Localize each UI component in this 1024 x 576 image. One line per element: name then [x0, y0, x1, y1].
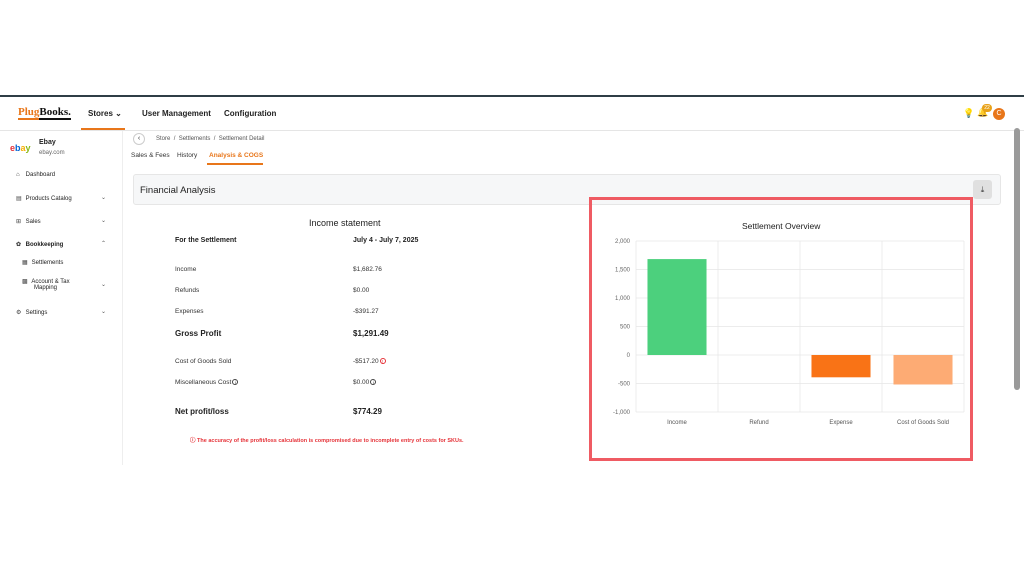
tab-history[interactable]: History	[177, 152, 197, 159]
nav-configuration[interactable]: Configuration	[224, 109, 276, 118]
income-value: $1,682.76	[353, 266, 382, 273]
period-value: July 4 - July 7, 2025	[353, 237, 419, 244]
info-icon[interactable]: i	[232, 379, 239, 386]
logo-books: Books.	[39, 106, 71, 120]
cogs-value: -$517.20!	[353, 358, 386, 365]
sidebar-item-sales[interactable]: ⊞ Sales	[16, 218, 41, 225]
cogs-warning: ⓘ The accuracy of the profit/loss calcul…	[190, 436, 464, 444]
y-tick-label: 2,000	[615, 239, 631, 245]
nav-active-underline	[81, 128, 125, 130]
sidebar-item-dashboard[interactable]: ⌂ Dashboard	[16, 172, 55, 178]
bookkeeping-icon: ✿	[16, 242, 22, 248]
ebay-logo: ebay	[10, 143, 31, 153]
warning-icon: ⓘ	[190, 438, 196, 444]
x-tick-label: Income	[667, 420, 687, 426]
store-name: Ebay	[39, 139, 56, 146]
lightbulb-icon[interactable]: 💡	[963, 108, 974, 119]
chevron-down-icon: ⌄	[115, 109, 122, 118]
bar-cost-of-goods-sold	[893, 355, 953, 385]
cogs-label: Cost of Goods Sold	[175, 358, 232, 365]
y-tick-label: 1,000	[615, 296, 631, 302]
refunds-value: $0.00	[353, 287, 370, 294]
warning-info-icon[interactable]: !	[379, 358, 386, 365]
download-button[interactable]: ⤓	[973, 180, 992, 199]
bar-expense	[811, 355, 871, 378]
settlements-icon: ▦	[22, 260, 28, 266]
y-tick-label: -500	[618, 382, 631, 388]
sidebar-item-label: Products Catalog	[25, 196, 72, 202]
catalog-icon: ▤	[16, 196, 22, 202]
sidebar-item-bookkeeping[interactable]: ✿ Bookkeeping	[16, 241, 63, 248]
sidebar-item-label: Sales	[25, 219, 41, 225]
gross-profit-value: $1,291.49	[353, 329, 389, 338]
y-tick-label: -1,000	[613, 410, 631, 416]
sidebar-item-label: Settings	[25, 310, 48, 316]
expenses-label: Expenses	[175, 308, 204, 315]
warning-text: The accuracy of the profit/loss calculat…	[197, 438, 464, 444]
bar-income	[647, 259, 707, 355]
y-tick-label: 1,500	[615, 268, 631, 274]
sidebar-item-account-tax-mapping[interactable]: ▩ Account & Tax Mapping	[22, 278, 70, 291]
back-button[interactable]: ‹	[133, 133, 145, 145]
tab-sales-fees[interactable]: Sales & Fees	[131, 152, 170, 159]
chart-title: Settlement Overview	[742, 221, 821, 231]
income-label: Income	[175, 266, 197, 273]
mapping-icon: ▩	[22, 279, 28, 285]
chevron-down-icon[interactable]: ⌄	[101, 281, 106, 288]
sidebar-item-label: Settlements	[31, 260, 64, 266]
breadcrumb: Store / Settlements / Settlement Detail	[156, 136, 265, 142]
avatar[interactable]: C	[993, 108, 1005, 120]
net-profit-label: Net profit/loss	[175, 407, 229, 416]
download-icon: ⤓	[980, 185, 985, 194]
nav-stores[interactable]: Stores ⌄	[88, 109, 122, 118]
refunds-label: Refunds	[175, 287, 200, 294]
sales-icon: ⊞	[16, 219, 22, 225]
store-domain: ebay.com	[39, 150, 65, 156]
chevron-up-icon[interactable]: ⌃	[101, 240, 106, 247]
breadcrumb-settlement-detail: Settlement Detail	[218, 136, 265, 142]
period-label: For the Settlement	[175, 237, 237, 244]
breadcrumb-settlements[interactable]: Settlements	[179, 136, 211, 142]
sidebar-item-label-line2: Mapping	[34, 285, 58, 291]
sidebar-item-products-catalog[interactable]: ▤ Products Catalog	[16, 195, 72, 202]
notification-badge: 22	[982, 104, 992, 112]
settlement-overview-chart: 2,000 1,500 1,000 500 0 -500 -1,000 Income Refun…	[613, 239, 965, 426]
nav-stores-label: Stores	[88, 109, 113, 118]
net-profit-value: $774.29	[353, 407, 382, 416]
logo-plug: Plug	[18, 106, 40, 120]
chevron-down-icon[interactable]: ⌄	[101, 194, 106, 201]
top-nav: PlugBooks. Stores ⌄ User Management Conf…	[0, 97, 1024, 131]
sidebar-item-label: Bookkeeping	[25, 242, 64, 248]
info-icon[interactable]: i	[370, 379, 377, 386]
breadcrumb-store[interactable]: Store	[156, 136, 170, 142]
x-tick-label: Expense	[829, 420, 853, 426]
home-icon: ⌂	[16, 172, 20, 178]
chevron-left-icon: ‹	[137, 135, 141, 142]
section-title: Financial Analysis	[140, 185, 216, 196]
plugbooks-logo[interactable]: PlugBooks.	[18, 106, 71, 120]
income-statement-title: Income statement	[309, 218, 381, 228]
expenses-value: -$391.27	[353, 308, 379, 315]
sidebar-item-label: Dashboard	[25, 172, 56, 178]
misc-cost-label: Miscellaneous Cost i	[175, 379, 239, 386]
y-tick-label: 0	[627, 353, 631, 359]
nav-user-management[interactable]: User Management	[142, 109, 211, 118]
sidebar-item-settlements[interactable]: ▦ Settlements	[22, 259, 63, 266]
chevron-down-icon[interactable]: ⌄	[101, 308, 106, 315]
x-tick-label: Cost of Goods Sold	[897, 420, 949, 426]
misc-cost-value: $0.00 i	[353, 379, 377, 386]
y-tick-label: 500	[620, 325, 631, 331]
tab-active-underline	[207, 163, 263, 165]
x-tick-label: Refund	[749, 420, 768, 426]
sidebar-item-settings[interactable]: ⚙ Settings	[16, 309, 47, 316]
sidebar: ebay Ebay ebay.com ⌂ Dashboard ▤ Product…	[0, 131, 123, 465]
gross-profit-label: Gross Profit	[175, 329, 222, 338]
gear-icon: ⚙	[16, 310, 22, 316]
scrollbar[interactable]	[1014, 128, 1020, 390]
chevron-down-icon[interactable]: ⌄	[101, 217, 106, 224]
tab-analysis-cogs[interactable]: Analysis & COGS	[209, 152, 263, 159]
